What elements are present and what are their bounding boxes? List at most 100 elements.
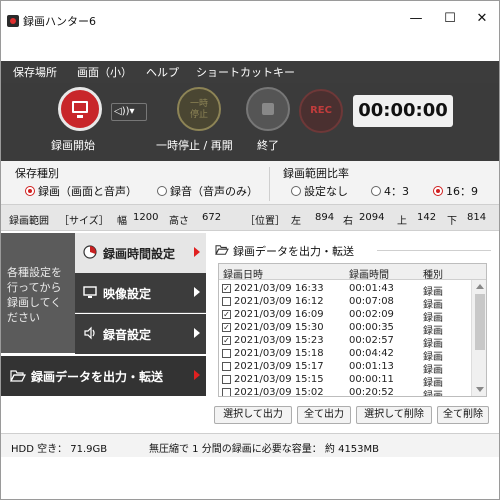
row-checkbox[interactable] (222, 388, 231, 396)
radio-unselected-icon (371, 186, 381, 196)
stop-icon (262, 103, 274, 115)
nav-video-settings-label: 映像設定 (103, 287, 152, 301)
nav-recording-time[interactable]: 録画時間設定 (75, 233, 206, 273)
pause-resume-button[interactable]: 一時 停止 (177, 87, 221, 131)
radio-ratio-4-3[interactable]: 4：3 (371, 183, 409, 199)
radio-ratio-none[interactable]: 設定なし (291, 183, 348, 199)
menu-bar: 保存場所 画面（小） ヘルプ ショートカットキー (1, 61, 499, 83)
row-datetime: 2021/03/09 15:30 (234, 322, 324, 333)
position-label: ［位置］ (245, 216, 285, 227)
delete-all-button[interactable]: 全て削除 (437, 406, 489, 424)
column-type[interactable]: 種別 (423, 266, 443, 281)
title-bar: 録画ハンター6 — ☐ ✕ (1, 1, 499, 39)
elapsed-timer: 00:00:00 (353, 95, 453, 127)
left-note-text: 各種設定を行ってから録画してください (7, 266, 62, 324)
nav-export-transfer[interactable]: 録画データを出力・転送 (1, 356, 206, 396)
table-header: 録画日時 録画時間 種別 (219, 264, 486, 281)
app-icon (7, 15, 19, 27)
table-row[interactable]: 2021/03/09 15:18 00:04:42 録画 (219, 347, 471, 363)
scroll-down-icon[interactable] (476, 387, 484, 392)
nav-audio-settings-label: 録音設定 (103, 328, 152, 342)
row-datetime: 2021/03/09 16:09 (234, 309, 324, 320)
row-checkbox[interactable] (222, 375, 231, 384)
row-type: 録画 (423, 391, 443, 397)
table-row[interactable]: ✓ 2021/03/09 15:23 00:02:57 録画 (219, 334, 471, 350)
table-row[interactable]: 2021/03/09 15:02 00:20:52 録画 (219, 386, 471, 397)
stop-button[interactable] (246, 87, 290, 131)
left-label: 左 (291, 216, 301, 227)
export-panel-title: 録画データを出力・転送 (233, 245, 354, 258)
nav-audio-settings[interactable]: 録音設定 (75, 314, 206, 354)
table-scrollbar[interactable] (471, 280, 486, 396)
row-duration: 00:00:11 (349, 374, 394, 385)
row-checkbox[interactable] (222, 349, 231, 358)
row-duration: 00:07:08 (349, 296, 394, 307)
row-duration: 00:01:43 (349, 283, 394, 294)
nav-export-transfer-label: 録画データを出力・転送 (31, 370, 164, 384)
radio-ratio-16-9[interactable]: 16：9 (433, 183, 478, 199)
nav-recording-time-label: 録画時間設定 (103, 247, 176, 261)
table-row[interactable]: 2021/03/09 16:12 00:07:08 録画 (219, 295, 471, 311)
recordings-table: 録画日時 録画時間 種別 ✓ 2021/03/09 16:33 00:01:43 録画… (218, 263, 487, 397)
row-duration: 00:01:13 (349, 361, 394, 372)
radio-selected-icon (433, 186, 443, 196)
left-note-panel: 各種設定を行ってから録画してください (1, 233, 75, 353)
row-checkbox[interactable] (222, 362, 231, 371)
radio-selected-icon (25, 186, 35, 196)
row-checkbox[interactable]: ✓ (222, 310, 231, 319)
size-label: ［サイズ］ (59, 216, 109, 227)
scroll-up-icon[interactable] (476, 284, 484, 289)
menu-help[interactable]: ヘルプ (146, 64, 179, 80)
menu-screen-size[interactable]: 画面（小） (77, 64, 132, 80)
row-checkbox[interactable]: ✓ (222, 284, 231, 293)
row-datetime: 2021/03/09 15:15 (234, 374, 324, 385)
minimize-button[interactable]: — (401, 9, 431, 29)
height-label: 高さ (169, 216, 189, 227)
scroll-thumb[interactable] (475, 294, 485, 350)
top-value: 142 (417, 212, 437, 223)
bottom-label: 下 (447, 216, 457, 227)
left-value: 894 (315, 212, 335, 223)
export-all-button[interactable]: 全て出力 (297, 406, 351, 424)
record-start-label: 録画開始 (51, 139, 95, 152)
toolbar: 録画開始 ◁))▾ 一時 停止 一時停止 / 再開 終了 REC 00:00:0… (1, 83, 499, 161)
pause-icon-text: 一時 停止 (189, 99, 208, 120)
table-row[interactable]: 2021/03/09 15:17 00:01:13 録画 (219, 360, 471, 376)
radio-unselected-icon (157, 186, 167, 196)
chevron-right-icon (194, 370, 200, 380)
folder-open-icon (215, 245, 229, 255)
record-start-button[interactable] (58, 87, 102, 131)
row-datetime: 2021/03/09 16:33 (234, 283, 324, 294)
column-duration[interactable]: 録画時間 (349, 266, 389, 281)
row-duration: 00:04:42 (349, 348, 394, 359)
close-button[interactable]: ✕ (467, 9, 497, 29)
radio-audio-only[interactable]: 録音（音声のみ） (157, 183, 258, 199)
menu-shortcut-keys[interactable]: ショートカットキー (196, 64, 295, 80)
row-duration: 00:20:52 (349, 387, 394, 397)
width-label: 幅 (117, 216, 127, 227)
menu-save-location[interactable]: 保存場所 (13, 64, 57, 80)
table-row[interactable]: ✓ 2021/03/09 16:33 00:01:43 録画 (219, 282, 471, 298)
nav-video-settings[interactable]: 映像設定 (75, 273, 206, 313)
audio-dropdown[interactable]: ◁))▾ (111, 103, 147, 121)
table-row[interactable]: ✓ 2021/03/09 15:30 00:00:35 録画 (219, 321, 471, 337)
hdd-free-space: HDD 空き： 71.9GB (11, 444, 108, 455)
row-duration: 00:02:09 (349, 309, 394, 320)
capacity-estimate: 無圧縮で 1 分間の録画に必要な容量： 約 4153MB (149, 444, 380, 455)
row-checkbox[interactable]: ✓ (222, 323, 231, 332)
row-datetime: 2021/03/09 15:18 (234, 348, 324, 359)
radio-record-screen-audio[interactable]: 録画（画面と音声） (25, 183, 137, 199)
export-selected-button[interactable]: 選択して出力 (214, 406, 292, 424)
row-checkbox[interactable]: ✓ (222, 336, 231, 345)
top-label: 上 (397, 216, 407, 227)
bottom-value: 814 (467, 212, 487, 223)
table-row[interactable]: ✓ 2021/03/09 16:09 00:02:09 録画 (219, 308, 471, 324)
save-type-title: 保存種別 (15, 167, 59, 180)
table-row[interactable]: 2021/03/09 15:15 00:00:11 録画 (219, 373, 471, 389)
column-datetime[interactable]: 録画日時 (223, 266, 263, 281)
delete-selected-button[interactable]: 選択して削除 (356, 406, 432, 424)
chevron-right-icon (194, 328, 200, 338)
maximize-button[interactable]: ☐ (435, 9, 465, 29)
row-checkbox[interactable] (222, 297, 231, 306)
width-value: 1200 (133, 212, 159, 223)
